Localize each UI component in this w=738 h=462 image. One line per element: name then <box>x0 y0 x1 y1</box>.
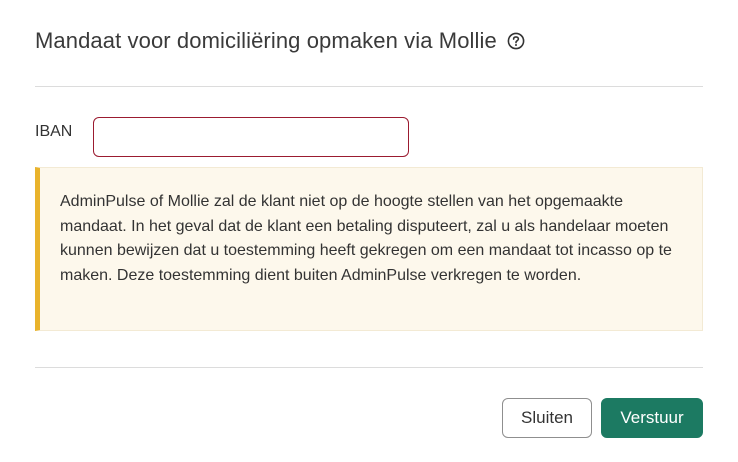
iban-field-row: IBAN <box>35 117 409 157</box>
dialog-footer: Sluiten Verstuur <box>502 398 703 438</box>
dialog-header: Mandaat voor domiciliëring opmaken via M… <box>35 28 703 54</box>
iban-input[interactable] <box>93 117 409 157</box>
close-button[interactable]: Sluiten <box>502 398 592 438</box>
warning-notice: AdminPulse of Mollie zal de klant niet o… <box>35 167 703 331</box>
header-divider <box>35 86 703 87</box>
dialog-title: Mandaat voor domiciliëring opmaken via M… <box>35 28 497 53</box>
notice-text: AdminPulse of Mollie zal de klant niet o… <box>60 193 672 284</box>
question-circle-icon[interactable] <box>507 32 525 50</box>
submit-button[interactable]: Verstuur <box>601 398 703 438</box>
mollie-mandate-dialog: Mandaat voor domiciliëring opmaken via M… <box>0 0 738 462</box>
iban-label: IBAN <box>35 123 73 140</box>
footer-divider <box>35 367 703 368</box>
